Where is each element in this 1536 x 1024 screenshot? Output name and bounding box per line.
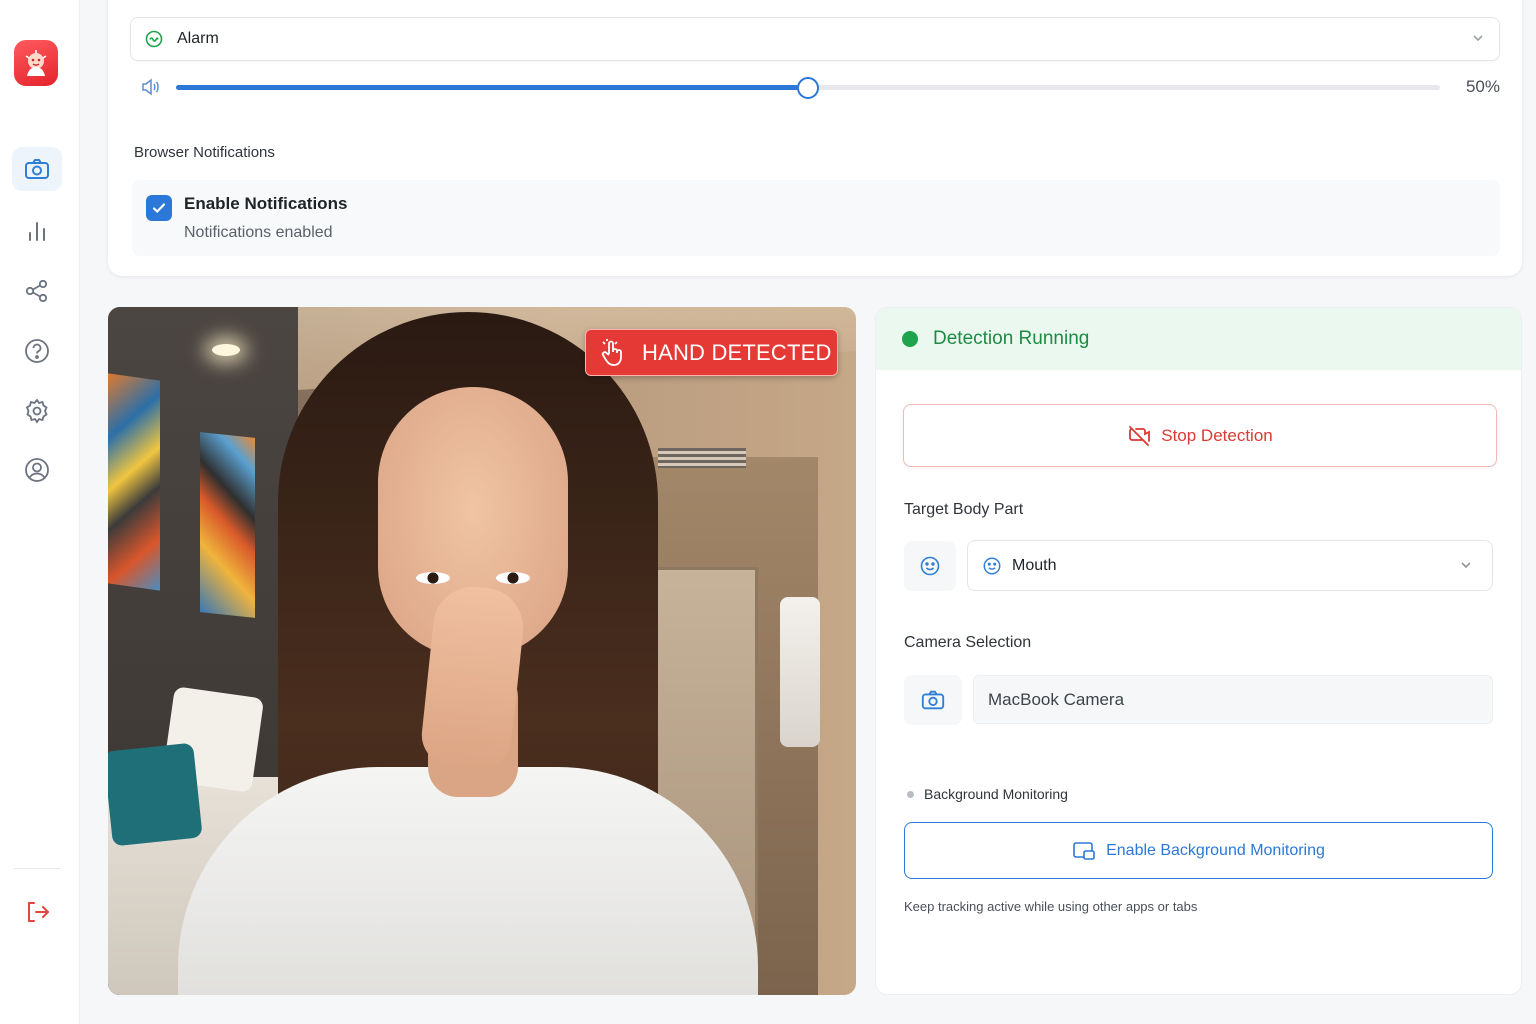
scene-pillow <box>108 742 203 847</box>
volume-row: 50% <box>140 76 1500 100</box>
detection-panel: Detection Running Stop Detection Target … <box>875 307 1522 995</box>
camera-off-icon <box>1129 425 1151 446</box>
scene-painting <box>108 373 160 591</box>
sound-wave-icon <box>145 30 163 48</box>
scene-light <box>212 344 240 356</box>
user-circle-icon <box>25 458 49 482</box>
background-monitoring-label: Background Monitoring <box>907 786 1068 802</box>
notifications-option: Enable Notifications Notifications enabl… <box>132 180 1500 256</box>
sound-select[interactable]: Alarm <box>130 17 1500 61</box>
camera-feed: HAND DETECTED <box>108 307 856 995</box>
enable-notifications-checkbox[interactable] <box>146 195 172 221</box>
person-eye <box>496 572 530 584</box>
person-hand <box>418 582 528 772</box>
person-body <box>178 767 758 995</box>
enable-background-monitoring-button[interactable]: Enable Background Monitoring <box>904 822 1493 879</box>
check-icon <box>152 203 166 214</box>
chevron-down-icon <box>1473 35 1483 42</box>
camera-selection-label: Camera Selection <box>904 634 1032 651</box>
target-body-part-label: Target Body Part <box>904 501 1024 518</box>
stop-detection-button[interactable]: Stop Detection <box>903 404 1497 467</box>
hand-detected-text: HAND DETECTED <box>642 339 832 365</box>
hand-pointer-icon <box>601 338 622 366</box>
camera-icon-box <box>904 675 962 725</box>
scene-vent <box>658 448 746 468</box>
bar-chart-icon <box>29 222 45 241</box>
nav-profile[interactable] <box>12 448 62 492</box>
detection-status: Detection Running <box>933 328 1090 349</box>
background-monitoring-hint: Keep tracking active while using other a… <box>904 899 1198 914</box>
target-body-part-select[interactable]: Mouth <box>967 540 1493 591</box>
notifications-status: Notifications enabled <box>184 224 333 241</box>
sidebar <box>0 0 80 1024</box>
nav-settings[interactable] <box>12 389 62 433</box>
status-dot <box>902 331 918 347</box>
hand-detected-badge: HAND DETECTED <box>585 329 838 376</box>
notifications-title: Enable Notifications <box>184 194 348 213</box>
smile-icon <box>983 557 1001 574</box>
logout-icon <box>28 902 50 922</box>
camera-icon <box>25 159 49 179</box>
browser-notifications-label: Browser Notifications <box>134 144 275 161</box>
volume-icon[interactable] <box>140 76 162 98</box>
nav-stats[interactable] <box>12 209 62 253</box>
volume-slider[interactable] <box>176 77 1440 99</box>
settings-card: Alarm 50% Browser Notifications Enable N… <box>108 0 1522 276</box>
help-circle-icon <box>25 339 49 363</box>
share-icon <box>25 279 48 303</box>
volume-fill <box>176 85 808 90</box>
target-icon-box <box>904 541 956 591</box>
detection-status-bar: Detection Running <box>876 308 1521 370</box>
sound-select-value: Alarm <box>177 30 219 47</box>
volume-thumb[interactable] <box>797 77 819 99</box>
volume-value: 50% <box>1465 77 1500 96</box>
background-status-dot <box>907 790 914 798</box>
nav-share[interactable] <box>12 269 62 313</box>
background-monitoring-text: Background Monitoring <box>924 786 1068 802</box>
scene-coat <box>780 597 820 747</box>
person-eye <box>416 572 450 584</box>
stop-detection-label: Stop Detection <box>1161 425 1273 445</box>
scene-painting <box>200 432 255 618</box>
camera-selection-field[interactable]: MacBook Camera <box>973 675 1493 724</box>
nav-camera[interactable] <box>12 147 62 191</box>
target-body-part-value: Mouth <box>1012 556 1057 574</box>
nav-help[interactable] <box>12 329 62 373</box>
logout-button[interactable] <box>12 890 62 934</box>
gear-icon <box>25 398 48 424</box>
smile-icon <box>920 556 940 576</box>
window-icon <box>1073 841 1095 860</box>
app-logo[interactable] <box>14 40 58 86</box>
camera-icon <box>921 690 945 710</box>
chevron-down-icon <box>1461 562 1471 569</box>
enable-background-monitoring-label: Enable Background Monitoring <box>1106 841 1325 859</box>
sidebar-divider <box>14 868 60 869</box>
app-logo-icon <box>25 50 47 76</box>
